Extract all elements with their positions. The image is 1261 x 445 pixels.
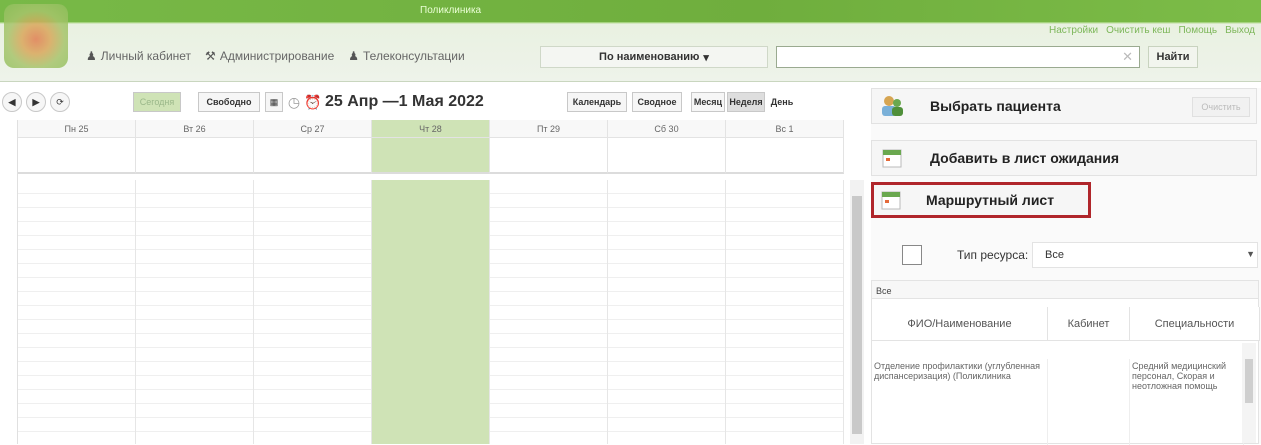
grid-icon[interactable]: ▦ [265, 92, 283, 112]
app-logo [4, 4, 68, 68]
main-menu: ♟ Личный кабинет ⚒ Администрирование ♟ Т… [86, 49, 465, 63]
free-slots-button[interactable]: Свободно [198, 92, 260, 112]
menu-administration[interactable]: ⚒ Администрирование [205, 49, 334, 63]
header-topbar [0, 0, 1261, 22]
day-column[interactable] [608, 180, 726, 444]
select-patient-label: Выбрать пациента [930, 98, 1061, 114]
allday-cell[interactable] [18, 138, 136, 174]
menu-personal-cabinet[interactable]: ♟ Личный кабинет [86, 49, 191, 63]
allday-cell[interactable] [726, 138, 844, 174]
resource-type-select[interactable]: Все ▼ [1032, 242, 1258, 268]
view-week-button[interactable]: Неделя [727, 92, 765, 112]
view-calendar-button[interactable]: Календарь [567, 92, 627, 112]
allday-cell[interactable] [490, 138, 608, 174]
top-links: Настройки Очистить кеш Помощь Выход [1049, 25, 1255, 36]
calendar-scrollbar[interactable] [850, 180, 864, 444]
search-mode-select[interactable]: По наименованию ▾ [540, 46, 768, 68]
clock-icon[interactable]: ◷ [285, 92, 303, 112]
app-header: Поликлиника Настройки Очистить кеш Помощ… [0, 0, 1261, 82]
resource-type-row: Тип ресурса: Все ▼ [871, 238, 1261, 272]
column-name-header[interactable]: ФИО/Наименование [872, 307, 1048, 340]
allday-cell[interactable] [136, 138, 254, 174]
day-header: Ср 27 [254, 120, 372, 138]
column-cabinet-header[interactable]: Кабинет [1048, 307, 1130, 340]
add-waitlist-label: Добавить в лист ожидания [930, 150, 1120, 166]
refresh-icon[interactable]: ⟳ [50, 92, 70, 112]
clear-icon[interactable]: ✕ [1122, 49, 1133, 65]
menu-label: Телеконсультации [363, 49, 465, 63]
settings-link[interactable]: Настройки [1049, 25, 1098, 36]
route-sheet-label: Маршрутный лист [926, 192, 1055, 208]
allday-cell-today[interactable] [372, 138, 490, 174]
resource-type-value: Все [1045, 249, 1064, 261]
search-mode-value: По наименованию [599, 51, 700, 63]
search-input[interactable]: ✕ [776, 46, 1140, 68]
table-title: Все [872, 281, 1258, 299]
calendar-route-icon [874, 189, 908, 211]
calendar-add-icon [872, 147, 912, 169]
menu-teleconsultations[interactable]: ♟ Телеконсультации [348, 49, 464, 63]
chevron-down-icon: ▼ [1246, 249, 1255, 259]
app-title: Поликлиника [420, 5, 482, 16]
day-header: Пт 29 [490, 120, 608, 138]
view-summary-button[interactable]: Сводное [632, 92, 682, 112]
table-row[interactable]: Отделение профилактики (углубленная дисп… [872, 359, 1244, 445]
scrollbar-thumb[interactable] [852, 196, 862, 434]
row-cabinet [1048, 359, 1130, 445]
day-column[interactable] [254, 180, 372, 444]
right-panel: Выбрать пациента Очистить Добавить в лис… [871, 88, 1261, 445]
day-header-today: Чт 28 [372, 120, 490, 138]
clear-button[interactable]: Очистить [1192, 97, 1250, 117]
day-column-today[interactable] [372, 180, 490, 444]
day-column[interactable] [136, 180, 254, 444]
view-month-button[interactable]: Месяц [691, 92, 725, 112]
resource-checkbox[interactable] [902, 245, 922, 265]
patient-icon [872, 93, 912, 119]
select-patient-button[interactable]: Выбрать пациента Очистить [871, 88, 1257, 124]
day-header: Сб 30 [608, 120, 726, 138]
chevron-down-icon: ▾ [703, 51, 709, 64]
day-header: Пн 25 [18, 120, 136, 138]
resource-type-label: Тип ресурса: [957, 248, 1029, 262]
row-name: Отделение профилактики (углубленная дисп… [872, 359, 1048, 445]
day-column[interactable] [18, 180, 136, 444]
allday-cell[interactable] [254, 138, 372, 174]
user-icon: ♟ [348, 49, 360, 63]
help-link[interactable]: Помощь [1178, 25, 1217, 36]
week-calendar: Пн 25 Вт 26 Ср 27 Чт 28 Пт 29 Сб 30 Вс 1 [17, 120, 868, 444]
prev-icon[interactable]: ◀ [2, 92, 22, 112]
logout-link[interactable]: Выход [1225, 25, 1255, 36]
date-range: 25 Апр —1 Мая 2022 [325, 93, 484, 110]
user-icon: ♟ [86, 49, 97, 63]
table-scrollbar[interactable] [1242, 343, 1256, 443]
day-header: Вс 1 [726, 120, 844, 138]
day-column[interactable] [490, 180, 608, 444]
search-button[interactable]: Найти [1148, 46, 1198, 68]
menu-label: Администрирование [219, 49, 335, 63]
alarm-icon[interactable]: ⏰ [304, 92, 322, 112]
row-specialty: Средний медицинский персонал, Скорая и н… [1130, 359, 1244, 445]
calendar-toolbar: ◀ ▶ ⟳ Сегодня Свободно ▦ ◷ ⏰ 25 Апр —1 М… [0, 88, 868, 118]
table-header: ФИО/Наименование Кабинет Специальности [872, 307, 1260, 341]
menu-label: Личный кабинет [100, 49, 192, 63]
day-column[interactable] [726, 180, 844, 444]
view-day-button[interactable]: День [767, 92, 797, 112]
allday-cell[interactable] [608, 138, 726, 174]
column-specialty-header[interactable]: Специальности [1130, 307, 1260, 340]
day-header: Вт 26 [136, 120, 254, 138]
today-button[interactable]: Сегодня [133, 92, 181, 112]
tools-icon: ⚒ [205, 49, 216, 63]
resources-table: Все ФИО/Наименование Кабинет Специальнос… [871, 280, 1260, 445]
route-sheet-button[interactable]: Маршрутный лист [871, 182, 1091, 218]
scrollbar-thumb[interactable] [1245, 359, 1253, 403]
next-icon[interactable]: ▶ [26, 92, 46, 112]
add-waitlist-button[interactable]: Добавить в лист ожидания [871, 140, 1257, 176]
clear-cache-link[interactable]: Очистить кеш [1106, 25, 1170, 36]
